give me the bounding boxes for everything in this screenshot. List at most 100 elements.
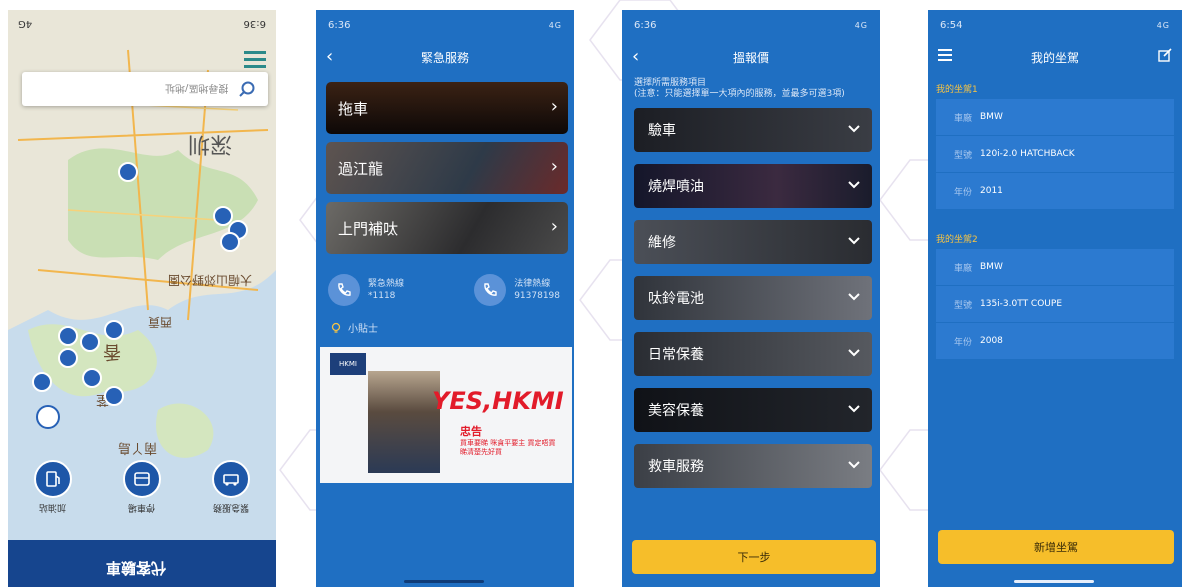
edit-icon[interactable]: [1158, 48, 1172, 65]
map-status-network: 4G: [18, 18, 33, 29]
map-label-hongkong: 香: [103, 341, 121, 362]
emergency-service-label: 緊急服務: [213, 502, 250, 512]
page-title: 我的坐駕: [1030, 50, 1079, 65]
gas-station-label: 加油站: [39, 502, 67, 512]
nav-bar: 我的坐駕: [928, 40, 1182, 74]
parking-label: 停車場: [128, 502, 156, 512]
status-network: 4G: [1156, 20, 1170, 30]
phone-icon: [328, 274, 360, 306]
phone-quote-screen: 6:36 4G ‹ 搵報價 選擇所需服務項目 (注意：只能選擇單一大項內的服務，…: [622, 10, 880, 587]
hotline-label: 緊急熱線: [368, 279, 405, 289]
car2-model-row[interactable]: 型號 135i-3.0TT COUPE: [936, 286, 1174, 323]
option-label: 救車服務: [648, 459, 704, 475]
option-tyre-battery[interactable]: 呔鈴電池: [634, 276, 872, 320]
hotlines: 緊急熱線 *1118 法律熱線 91378198: [316, 262, 574, 312]
service-tyre-repair[interactable]: 上門補呔 ›: [326, 202, 568, 254]
status-time: 6:36: [634, 19, 657, 31]
option-inspection[interactable]: 驗車: [634, 108, 872, 152]
option-rescue-service[interactable]: 救車服務: [634, 444, 872, 488]
valet-inspection-title: 代客驗車: [106, 559, 167, 577]
nav-bar: ‹ 搵報價: [622, 40, 880, 74]
service-label: 過江龍: [338, 159, 384, 178]
option-beauty-maintenance[interactable]: 美容保養: [634, 388, 872, 432]
car1-model-row[interactable]: 型號 120i-2.0 HATCHBACK: [936, 136, 1174, 173]
map-search-bar[interactable]: 搜尋地區/地址: [22, 72, 268, 106]
tips-ad-banner[interactable]: HKMI YES,HKMI 忠告 買車要睇 咪貪平要主 買定唔買 睇清楚先好買: [320, 347, 572, 483]
map-status-bar: 6:36 4G: [18, 18, 266, 29]
service-jump-start[interactable]: 過江龍 ›: [326, 142, 568, 194]
home-indicator: [404, 580, 484, 583]
hamburger-menu-icon[interactable]: [244, 50, 266, 72]
locate-me-icon[interactable]: [36, 405, 60, 429]
map-pin[interactable]: [80, 332, 100, 352]
service-tow-truck[interactable]: 拖車 ›: [326, 82, 568, 134]
option-repair[interactable]: 維修: [634, 220, 872, 264]
back-arrow-icon[interactable]: ‹: [632, 46, 639, 67]
map-label-shenzhen: 深圳: [188, 131, 233, 156]
emergency-service-button[interactable]: 緊急服務: [212, 460, 251, 515]
field-label: 型號: [954, 150, 973, 161]
parking-button[interactable]: 停車場: [122, 460, 161, 515]
chevron-down-icon: [848, 458, 860, 474]
lightbulb-icon: [331, 322, 341, 333]
hamburger-menu-icon[interactable]: [938, 49, 952, 64]
home-indicator: [1014, 580, 1094, 583]
service-label: 拖車: [338, 99, 369, 118]
map-pin[interactable]: [58, 348, 78, 368]
map-bottom-actions: 加油站 停車場 緊急服務: [8, 460, 276, 515]
map-status-time: 6:36: [243, 18, 266, 29]
option-welding-spray[interactable]: 燒焊噴油: [634, 164, 872, 208]
field-label: 型號: [954, 300, 973, 311]
hotline-label: 法律熱線: [514, 279, 551, 289]
field-label: 年份: [954, 187, 973, 198]
valet-inspection-banner[interactable]: 代客驗車: [8, 540, 276, 587]
map-pin[interactable]: [220, 232, 240, 252]
option-regular-maintenance[interactable]: 日常保養: [634, 332, 872, 376]
hkmi-logo: HKMI: [330, 353, 366, 375]
ad-headline: YES,HKMI: [432, 387, 564, 415]
map-search-placeholder: 搜尋地區/地址: [164, 81, 228, 93]
parking-icon: [122, 460, 161, 498]
car2-make-row[interactable]: 車廠 BMW: [936, 249, 1174, 286]
field-value: BMW: [980, 112, 1003, 122]
status-time: 6:36: [328, 19, 351, 31]
car2-year-row[interactable]: 年份 2008: [936, 323, 1174, 360]
chevron-right-icon: ›: [550, 156, 558, 177]
ad-subtitle: 忠告: [460, 425, 482, 438]
chevron-down-icon: [848, 178, 860, 194]
add-car-button[interactable]: 新增坐駕: [938, 530, 1174, 564]
next-step-button[interactable]: 下一步: [632, 540, 876, 574]
hotline-number: *1118: [368, 291, 396, 301]
hotline-number: 91378198: [514, 291, 560, 301]
legal-hotline[interactable]: 法律熱線 91378198: [474, 274, 560, 306]
chevron-down-icon: [848, 290, 860, 306]
gas-station-button[interactable]: 加油站: [33, 460, 72, 515]
car1-make-row[interactable]: 車廠 BMW: [936, 99, 1174, 136]
back-arrow-icon[interactable]: ‹: [326, 46, 333, 67]
phone-map-screen: 6:36 4G 搜尋地區/地址 深圳 大帽山郊野公園 西貢 香 南丫島 荃 加油…: [8, 10, 276, 587]
ad-slogan: 買車要睇 咪貪平要主 買定唔買 睇清楚先好買: [460, 439, 556, 456]
phone-my-car-screen: 6:54 4G 我的坐駕 我的坐駕1 車廠 BMW 型號 120i-2.0 HATC…: [928, 10, 1182, 587]
status-network: 4G: [854, 20, 868, 30]
tow-truck-icon: [212, 460, 251, 498]
field-value: 2008: [980, 336, 1003, 346]
map-pin[interactable]: [118, 162, 138, 182]
chevron-down-icon: [848, 346, 860, 362]
map-pin[interactable]: [58, 326, 78, 346]
chevron-down-icon: [848, 122, 860, 138]
map-pin[interactable]: [32, 372, 52, 392]
chevron-right-icon: ›: [550, 216, 558, 237]
map-pin[interactable]: [104, 386, 124, 406]
option-label: 燒焊噴油: [648, 179, 704, 195]
emergency-hotline[interactable]: 緊急熱線 *1118: [328, 274, 404, 306]
page-title: 緊急服務: [420, 50, 469, 65]
map-label-lantau: 南丫島: [118, 440, 158, 455]
option-label: 日常保養: [648, 347, 704, 363]
map-label-sai: 西貢: [148, 315, 173, 329]
chevron-down-icon: [848, 402, 860, 418]
field-value: 2011: [980, 186, 1003, 196]
car1-year-row[interactable]: 年份 2011: [936, 173, 1174, 210]
search-icon[interactable]: [238, 80, 256, 102]
map-pin[interactable]: [82, 368, 102, 388]
map-pin[interactable]: [104, 320, 124, 340]
